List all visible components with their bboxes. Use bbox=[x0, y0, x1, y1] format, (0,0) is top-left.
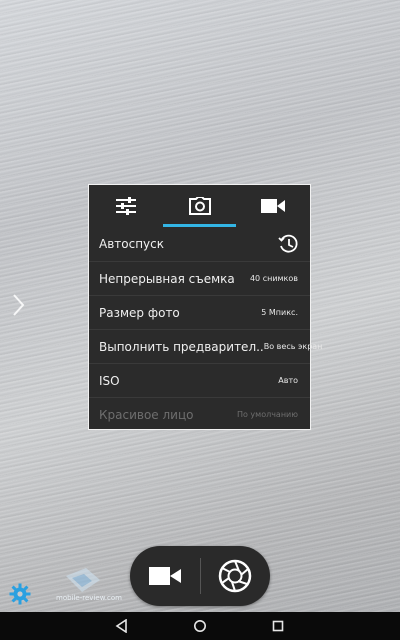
setting-label: Непрерывная съемка bbox=[99, 271, 235, 286]
gear-icon[interactable] bbox=[9, 583, 31, 605]
video-camera-icon bbox=[261, 199, 286, 213]
setting-iso[interactable]: ISO Авто bbox=[89, 363, 310, 397]
timer-icon bbox=[278, 234, 298, 253]
home-button[interactable] bbox=[190, 616, 210, 636]
back-button[interactable] bbox=[112, 616, 132, 636]
setting-label: Автоспуск bbox=[99, 237, 165, 251]
video-camera-icon bbox=[148, 567, 181, 585]
settings-list: Автоспуск Непрерывная съемка 40 снимков … bbox=[89, 227, 322, 431]
setting-value: Во весь экран bbox=[263, 342, 323, 351]
record-video-button[interactable] bbox=[130, 546, 200, 606]
setting-value: По умолчанию bbox=[236, 410, 298, 419]
navigation-bar bbox=[0, 612, 400, 640]
watermark-text: mobile-review.com bbox=[56, 594, 122, 602]
setting-label: Красивое лицо bbox=[99, 407, 194, 422]
settings-tabs bbox=[89, 185, 310, 227]
recents-icon bbox=[272, 620, 284, 632]
tab-photo-settings[interactable] bbox=[162, 185, 237, 227]
tab-general-settings[interactable] bbox=[89, 185, 163, 227]
camera-settings-panel: Автоспуск Непрерывная съемка 40 снимков … bbox=[88, 184, 322, 431]
shutter-icon bbox=[219, 559, 252, 593]
recents-button[interactable] bbox=[268, 616, 288, 636]
home-icon bbox=[194, 620, 206, 632]
setting-label: ISO bbox=[99, 373, 120, 388]
setting-label: Размер фото bbox=[99, 305, 180, 320]
back-icon bbox=[115, 619, 127, 633]
chevron-left-icon[interactable] bbox=[10, 292, 26, 318]
tab-video-settings[interactable] bbox=[236, 185, 310, 227]
setting-self-timer[interactable]: Автоспуск bbox=[89, 227, 310, 261]
setting-beauty-face[interactable]: Красивое лицо По умолчанию bbox=[89, 397, 310, 431]
setting-photo-size[interactable]: Размер фото 5 Мпикс. bbox=[89, 295, 310, 329]
camera-icon bbox=[188, 197, 211, 215]
shutter-button[interactable] bbox=[201, 546, 271, 606]
setting-value: Авто bbox=[278, 376, 298, 385]
setting-burst-shooting[interactable]: Непрерывная съемка 40 снимков bbox=[89, 261, 310, 295]
setting-label: Выполнить предварител.. bbox=[99, 339, 264, 354]
capture-controls bbox=[130, 546, 270, 606]
setting-value: 5 Мпикс. bbox=[261, 308, 298, 317]
sliders-icon bbox=[115, 197, 136, 215]
setting-preview[interactable]: Выполнить предварител.. Во весь экран bbox=[89, 329, 322, 363]
setting-value: 40 снимков bbox=[249, 274, 298, 283]
